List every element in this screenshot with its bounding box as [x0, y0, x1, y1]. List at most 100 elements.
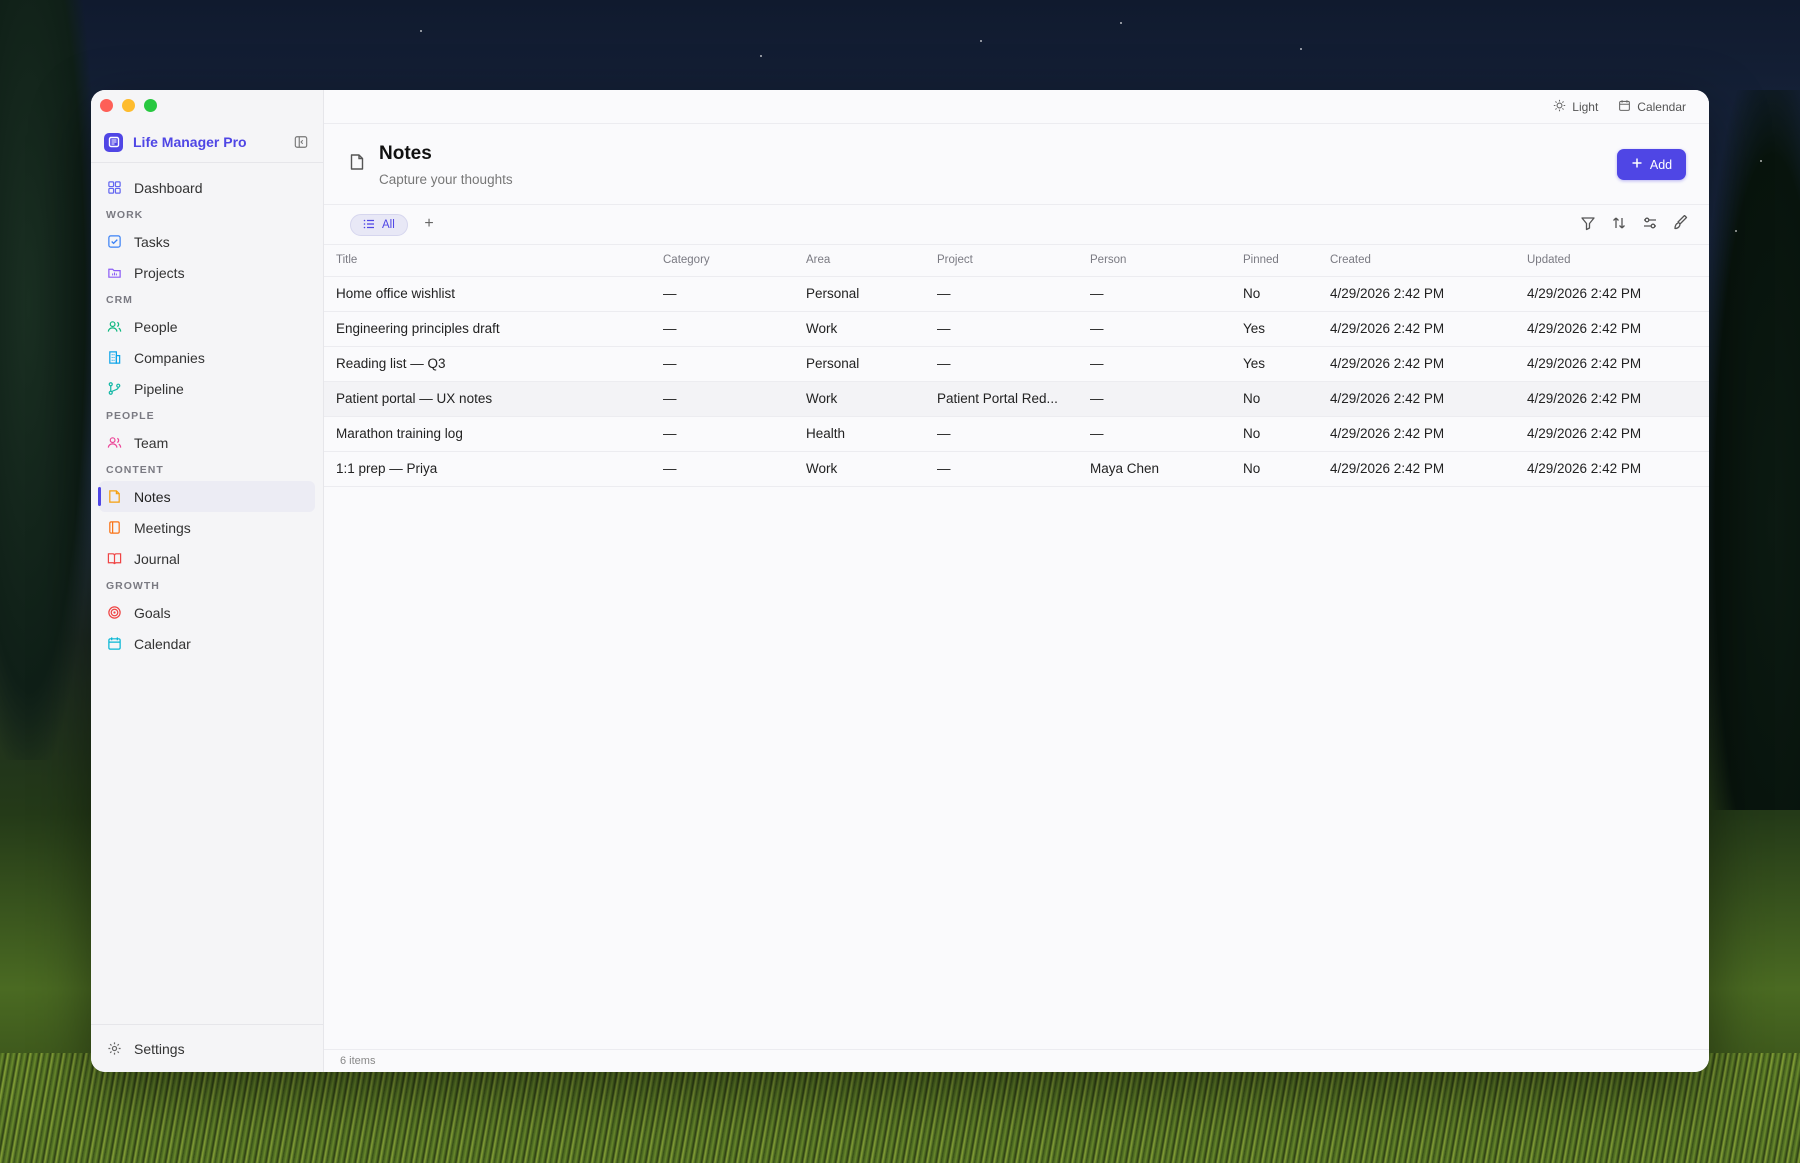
view-tab-all[interactable]: All — [350, 214, 408, 236]
section-people: PEOPLE — [106, 409, 155, 422]
cell-person: — — [1078, 381, 1231, 417]
sidebar-item-label: Notes — [134, 488, 171, 505]
cell-created: 4/29/2026 2:42 PM — [1318, 346, 1515, 382]
app-name: Life Manager Pro — [133, 134, 247, 150]
column-header-category[interactable]: Category — [651, 245, 794, 277]
cell-category: — — [651, 381, 794, 417]
columns-settings-icon[interactable] — [1642, 215, 1658, 231]
cell-title: Home office wishlist — [324, 276, 651, 312]
column-header-created[interactable]: Created — [1318, 245, 1515, 277]
target-icon — [106, 605, 122, 621]
view-toolbar: All + — [324, 205, 1709, 245]
cell-category: — — [651, 451, 794, 487]
building-icon — [106, 350, 122, 366]
cell-updated: 4/29/2026 2:42 PM — [1515, 346, 1709, 382]
table-row[interactable]: Reading list — Q3 — Personal — — Yes 4/2… — [324, 346, 1709, 382]
page-subtitle: Capture your thoughts — [379, 172, 513, 187]
maximize-window-button[interactable] — [144, 99, 157, 112]
sun-icon — [1553, 99, 1566, 115]
table-row[interactable]: Marathon training log — Health — — No 4/… — [324, 416, 1709, 452]
sidebar-item-goals[interactable]: Goals — [99, 597, 315, 628]
cell-person: — — [1078, 346, 1231, 382]
sidebar-item-journal[interactable]: Journal — [99, 543, 315, 574]
cell-person: — — [1078, 416, 1231, 452]
sidebar-item-notes[interactable]: Notes — [98, 481, 315, 512]
table-row[interactable]: 1:1 prep — Priya — Work — Maya Chen No 4… — [324, 451, 1709, 487]
cell-updated: 4/29/2026 2:42 PM — [1515, 451, 1709, 487]
cell-person: — — [1078, 276, 1231, 312]
background-star — [980, 40, 982, 42]
column-header-area[interactable]: Area — [794, 245, 925, 277]
view-tab-label: All — [382, 219, 395, 231]
sidebar-item-settings[interactable]: Settings — [99, 1033, 315, 1064]
book-icon — [106, 551, 122, 567]
note-icon — [106, 489, 122, 505]
column-header-title[interactable]: Title — [324, 245, 651, 277]
sidebar-item-people[interactable]: People — [99, 311, 315, 342]
background-star — [1735, 230, 1737, 232]
cell-pinned: No — [1231, 276, 1318, 312]
section-growth: GROWTH — [106, 579, 160, 592]
column-header-updated[interactable]: Updated — [1515, 245, 1709, 277]
column-header-person[interactable]: Person — [1078, 245, 1231, 277]
background-tree-left — [0, 0, 95, 760]
table-footer: 6 items — [324, 1049, 1709, 1072]
cell-project: — — [925, 451, 1078, 487]
sidebar-item-label: Settings — [134, 1040, 185, 1057]
sidebar-item-team[interactable]: Team — [99, 427, 315, 458]
cell-title: Marathon training log — [324, 416, 651, 452]
sidebar-nav: Dashboard WORK Tasks Projects CRM People… — [98, 172, 315, 659]
sidebar-collapse-icon[interactable] — [292, 133, 310, 151]
cell-area: Work — [794, 451, 925, 487]
sidebar-item-label: Goals — [134, 604, 171, 621]
cell-updated: 4/29/2026 2:42 PM — [1515, 416, 1709, 452]
table-row[interactable]: Home office wishlist — Personal — — No 4… — [324, 276, 1709, 312]
calendar-label: Calendar — [1637, 99, 1686, 114]
calendar-button[interactable]: Calendar — [1618, 99, 1686, 115]
cell-area: Personal — [794, 346, 925, 382]
sidebar-item-companies[interactable]: Companies — [99, 342, 315, 373]
theme-toggle-button[interactable]: Light — [1553, 99, 1598, 115]
close-window-button[interactable] — [100, 99, 113, 112]
folder-icon — [106, 265, 122, 281]
sidebar-item-label: Team — [134, 434, 169, 451]
sidebar-item-calendar[interactable]: Calendar — [99, 628, 315, 659]
background-star — [1120, 22, 1122, 24]
sidebar-item-tasks[interactable]: Tasks — [99, 226, 315, 257]
sidebar-item-meetings[interactable]: Meetings — [99, 512, 315, 543]
add-view-button[interactable]: + — [420, 215, 438, 233]
filter-icon[interactable] — [1580, 215, 1596, 231]
sidebar-item-label: Dashboard — [134, 179, 203, 196]
add-label: Add — [1649, 157, 1673, 172]
cell-area: Work — [794, 381, 925, 417]
sidebar-item-dashboard[interactable]: Dashboard — [99, 172, 315, 203]
cell-created: 4/29/2026 2:42 PM — [1318, 451, 1515, 487]
minimize-window-button[interactable] — [122, 99, 135, 112]
sort-icon[interactable] — [1611, 215, 1627, 231]
cell-project: — — [925, 311, 1078, 347]
git-branch-icon — [106, 381, 122, 397]
cell-area: Personal — [794, 276, 925, 312]
column-header-pinned[interactable]: Pinned — [1231, 245, 1318, 277]
add-button[interactable]: Add — [1617, 149, 1686, 180]
cell-person: Maya Chen — [1078, 451, 1231, 487]
cell-pinned: No — [1231, 416, 1318, 452]
cell-project: — — [925, 416, 1078, 452]
grid-icon — [106, 180, 122, 196]
sidebar-item-projects[interactable]: Projects — [99, 257, 315, 288]
sidebar-item-pipeline[interactable]: Pipeline — [99, 373, 315, 404]
cell-title: Patient portal — UX notes — [324, 381, 651, 417]
table-header-row: Title Category Area Project Person Pinne… — [324, 245, 1709, 277]
cell-title: Engineering principles draft — [324, 311, 651, 347]
cell-updated: 4/29/2026 2:42 PM — [1515, 381, 1709, 417]
table-row[interactable]: Engineering principles draft — Work — — … — [324, 311, 1709, 347]
topbar: Light Calendar — [324, 90, 1709, 124]
app-logo-icon — [104, 132, 123, 152]
brush-icon[interactable] — [1673, 215, 1689, 231]
cell-created: 4/29/2026 2:42 PM — [1318, 416, 1515, 452]
cell-title: Reading list — Q3 — [324, 346, 651, 382]
table-row[interactable]: Patient portal — UX notes — Work Patient… — [324, 381, 1709, 417]
cell-area: Health — [794, 416, 925, 452]
column-header-project[interactable]: Project — [925, 245, 1078, 277]
sidebar-item-label: Journal — [134, 550, 180, 567]
